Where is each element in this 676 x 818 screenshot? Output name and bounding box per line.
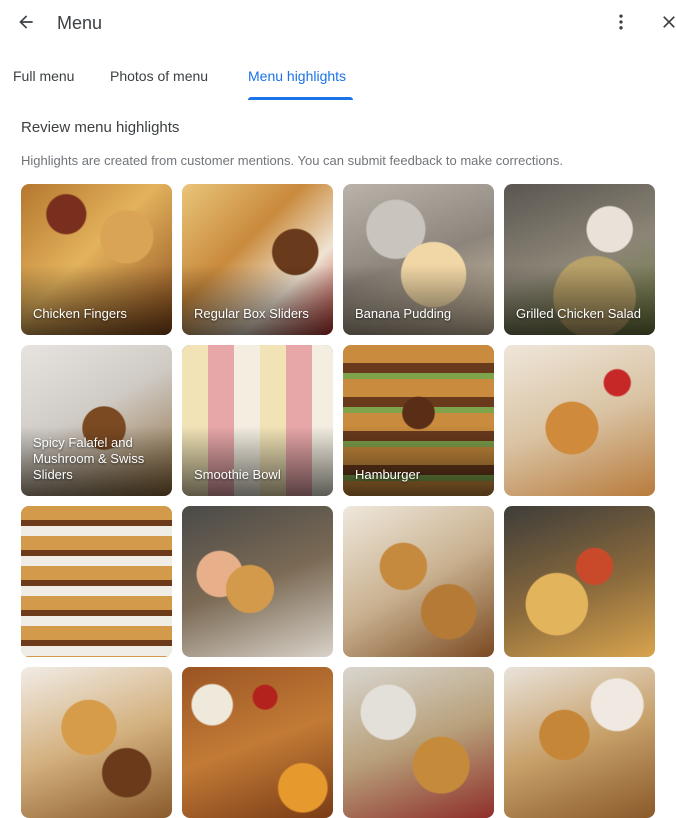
spicy-sandwich-fries-photo <box>504 506 655 657</box>
tab-photos-of-menu[interactable]: Photos of menu <box>110 68 208 84</box>
highlight-tile[interactable] <box>504 667 655 818</box>
highlight-tile[interactable]: Grilled Chicken Salad <box>504 184 655 335</box>
highlight-label: Banana Pudding <box>355 306 452 321</box>
section-title: Review menu highlights <box>21 119 180 136</box>
highlight-label: Grilled Chicken Salad <box>516 306 642 321</box>
page-title: Menu <box>57 13 103 33</box>
highlight-tile[interactable]: Hamburger <box>343 345 494 496</box>
label-shade <box>343 265 494 335</box>
highlight-tile[interactable] <box>21 506 172 657</box>
tab-bar: Full menu Photos of menu Menu highlights <box>0 56 676 102</box>
close-button[interactable] <box>655 10 676 38</box>
highlight-tile[interactable]: Smoothie Bowl <box>182 345 333 496</box>
arrow-left-icon <box>16 12 36 37</box>
section-description: Highlights are created from customer men… <box>21 153 563 168</box>
label-shade <box>182 265 333 335</box>
combo-meal-photo <box>343 667 494 818</box>
label-shade <box>21 265 172 335</box>
highlight-label: Spicy Falafel and Mushroom & Swiss Slide… <box>33 435 145 482</box>
tab-menu-highlights[interactable]: Menu highlights <box>248 68 346 84</box>
header: Menu <box>0 0 676 48</box>
highlight-label: Hamburger <box>355 467 421 482</box>
wings-photo <box>182 667 333 818</box>
label-shade <box>504 265 655 335</box>
highlight-tile[interactable] <box>504 345 655 496</box>
active-tab-indicator <box>248 97 353 100</box>
label-shade <box>182 426 333 496</box>
highlight-tile[interactable] <box>504 506 655 657</box>
highlight-tile[interactable]: Banana Pudding <box>343 184 494 335</box>
burgers-boxes-photo <box>343 506 494 657</box>
highlight-tile[interactable] <box>182 667 333 818</box>
highlight-tile[interactable]: Regular Box Sliders <box>182 184 333 335</box>
chicken-sandwich-photo <box>504 345 655 496</box>
highlight-label: Chicken Fingers <box>33 306 127 321</box>
highlight-tile[interactable]: Spicy Falafel and Mushroom & Swiss Slide… <box>21 345 172 496</box>
burgers-closeup-photo <box>21 667 172 818</box>
more-vert-icon <box>611 12 631 37</box>
highlight-tile[interactable] <box>343 667 494 818</box>
more-options-button[interactable] <box>607 10 635 38</box>
label-shade <box>343 426 494 496</box>
highlight-tile[interactable]: Chicken Fingers <box>21 184 172 335</box>
highlight-label: Smoothie Bowl <box>194 467 281 482</box>
chicken-sliders-photo <box>504 667 655 818</box>
highlight-tile[interactable] <box>21 667 172 818</box>
highlight-tile[interactable] <box>343 506 494 657</box>
back-button[interactable] <box>12 10 40 38</box>
highlight-tile[interactable] <box>182 506 333 657</box>
sliders-tray-photo <box>21 506 172 657</box>
highlight-label: Regular Box Sliders <box>194 306 309 321</box>
tab-full-menu[interactable]: Full menu <box>13 68 74 84</box>
close-icon <box>659 12 676 37</box>
slider-in-hand-photo <box>182 506 333 657</box>
